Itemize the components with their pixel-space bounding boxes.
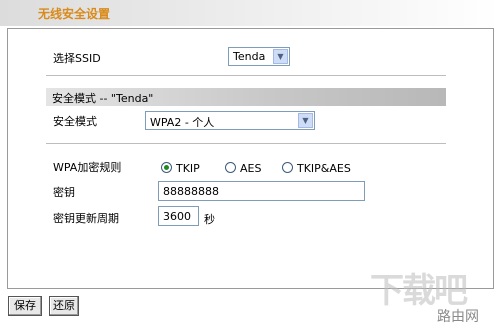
section-header: 安全模式 -- "Tenda": [46, 88, 446, 106]
divider: [46, 75, 446, 76]
key-input[interactable]: 88888888: [158, 181, 365, 201]
divider: [46, 143, 446, 144]
radio-tkip-label: TKIP: [176, 162, 200, 175]
radio-tkip-aes-label: TKIP&AES: [297, 162, 351, 175]
section-title: 安全模式 -- "Tenda": [52, 92, 154, 105]
wpa-rule-label: WPA加密规则: [53, 161, 122, 174]
ssid-select-value: Tenda: [233, 50, 266, 63]
chevron-down-icon[interactable]: ▼: [273, 49, 288, 64]
radio-aes-label: AES: [240, 162, 262, 175]
save-button[interactable]: 保存: [8, 296, 42, 316]
radio-selected-dot: [164, 165, 169, 170]
radio-tkip[interactable]: [161, 162, 172, 173]
mode-select-value: WPA2 - 个人: [150, 116, 215, 129]
title-bar: 无线安全设置: [0, 0, 500, 26]
page-title: 无线安全设置: [38, 7, 111, 21]
restore-button[interactable]: 还原: [49, 296, 79, 316]
renew-unit: 秒: [204, 213, 215, 226]
ssid-label: 选择SSID: [53, 52, 101, 65]
mode-select[interactable]: WPA2 - 个人 ▼: [145, 111, 315, 130]
chevron-down-icon[interactable]: ▼: [298, 113, 313, 128]
renew-input[interactable]: 3600: [158, 206, 199, 226]
ssid-select[interactable]: Tenda ▼: [228, 47, 290, 66]
renew-value: 3600: [163, 210, 191, 223]
key-value: 88888888: [163, 185, 219, 198]
key-label: 密钥: [53, 186, 75, 199]
watermark-site: 路由网: [437, 309, 479, 325]
renew-label: 密钥更新周期: [53, 212, 119, 225]
mode-label: 安全模式: [53, 115, 97, 128]
radio-aes[interactable]: [225, 162, 236, 173]
watermark-logo: 下载吧: [370, 271, 468, 311]
radio-tkip-aes[interactable]: [282, 162, 293, 173]
